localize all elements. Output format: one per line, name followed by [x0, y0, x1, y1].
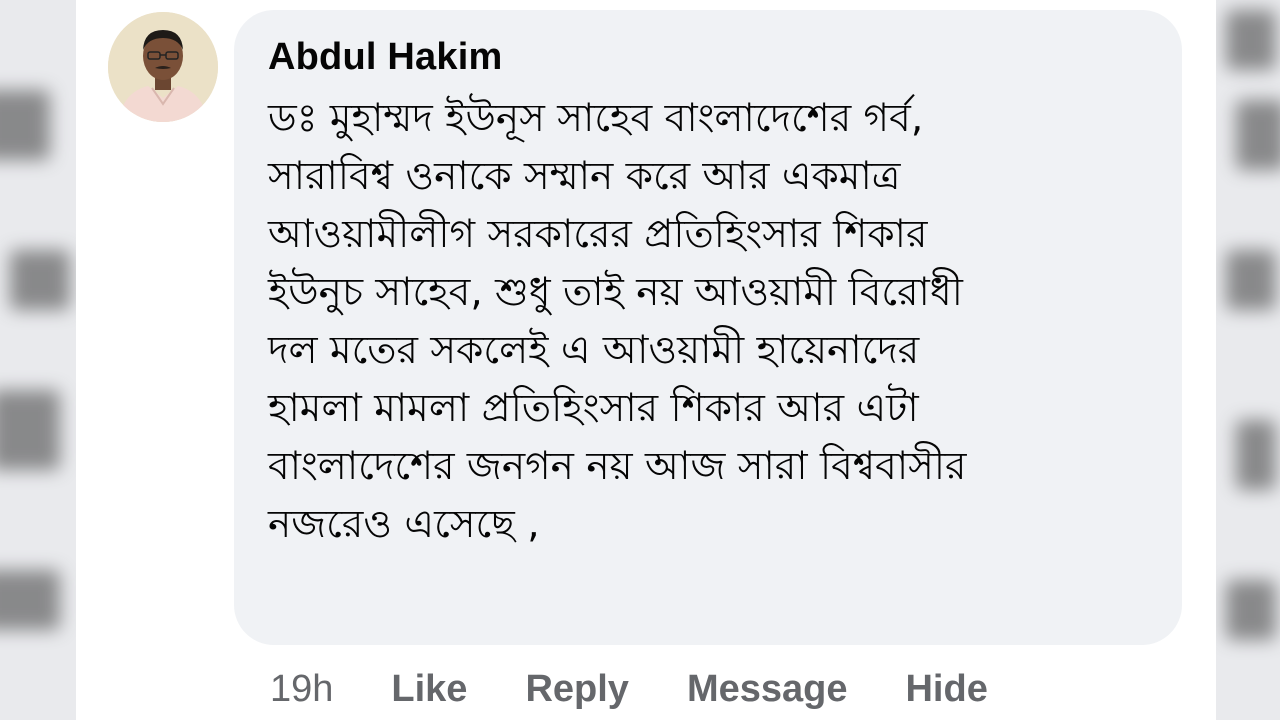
comment-line: আওয়ামীলীগ সরকারের প্রতিহিংসার শিকার: [268, 212, 928, 257]
blurred-background-right: [1216, 0, 1280, 720]
comment-actions: 19h Like Reply Message Hide: [270, 664, 1046, 714]
comment-line: নজরেও এসেছে ,: [268, 502, 540, 547]
comment-timestamp[interactable]: 19h: [270, 668, 333, 711]
hide-button[interactable]: Hide: [905, 668, 987, 711]
comment-bubble: Abdul Hakim ডঃ মুহাম্মদ ইউনূস সাহেব বাংল…: [234, 10, 1182, 645]
comment-text: ডঃ মুহাম্মদ ইউনূস সাহেব বাংলাদেশের গর্ব,…: [268, 90, 1168, 554]
comment-author[interactable]: Abdul Hakim: [268, 36, 502, 79]
comment-line: সারাবিশ্ব ওনাকে সম্মান করে আর একমাত্র: [268, 154, 901, 199]
like-button[interactable]: Like: [391, 668, 467, 711]
avatar-photo: [108, 12, 218, 122]
comment-line: দল মতের সকলেই এ আওয়ামী হায়েনাদের: [268, 328, 920, 373]
reply-button[interactable]: Reply: [525, 668, 628, 711]
avatar[interactable]: [108, 12, 218, 122]
message-button[interactable]: Message: [687, 668, 848, 711]
blurred-background-left: [0, 0, 76, 720]
comment-line: ইউনুচ সাহেব, শুধু তাই নয় আওয়ামী বিরোধী: [268, 270, 963, 315]
comment-line: বাংলাদেশের জনগন নয় আজ সারা বিশ্ববাসীর: [268, 444, 967, 489]
comment-line: হামলা মামলা প্রতিহিংসার শিকার আর এটা: [268, 386, 919, 431]
comment-line: ডঃ মুহাম্মদ ইউনূস সাহেব বাংলাদেশের গর্ব,: [268, 96, 924, 141]
comment-card: Abdul Hakim ডঃ মুহাম্মদ ইউনূস সাহেব বাংল…: [76, 0, 1216, 720]
